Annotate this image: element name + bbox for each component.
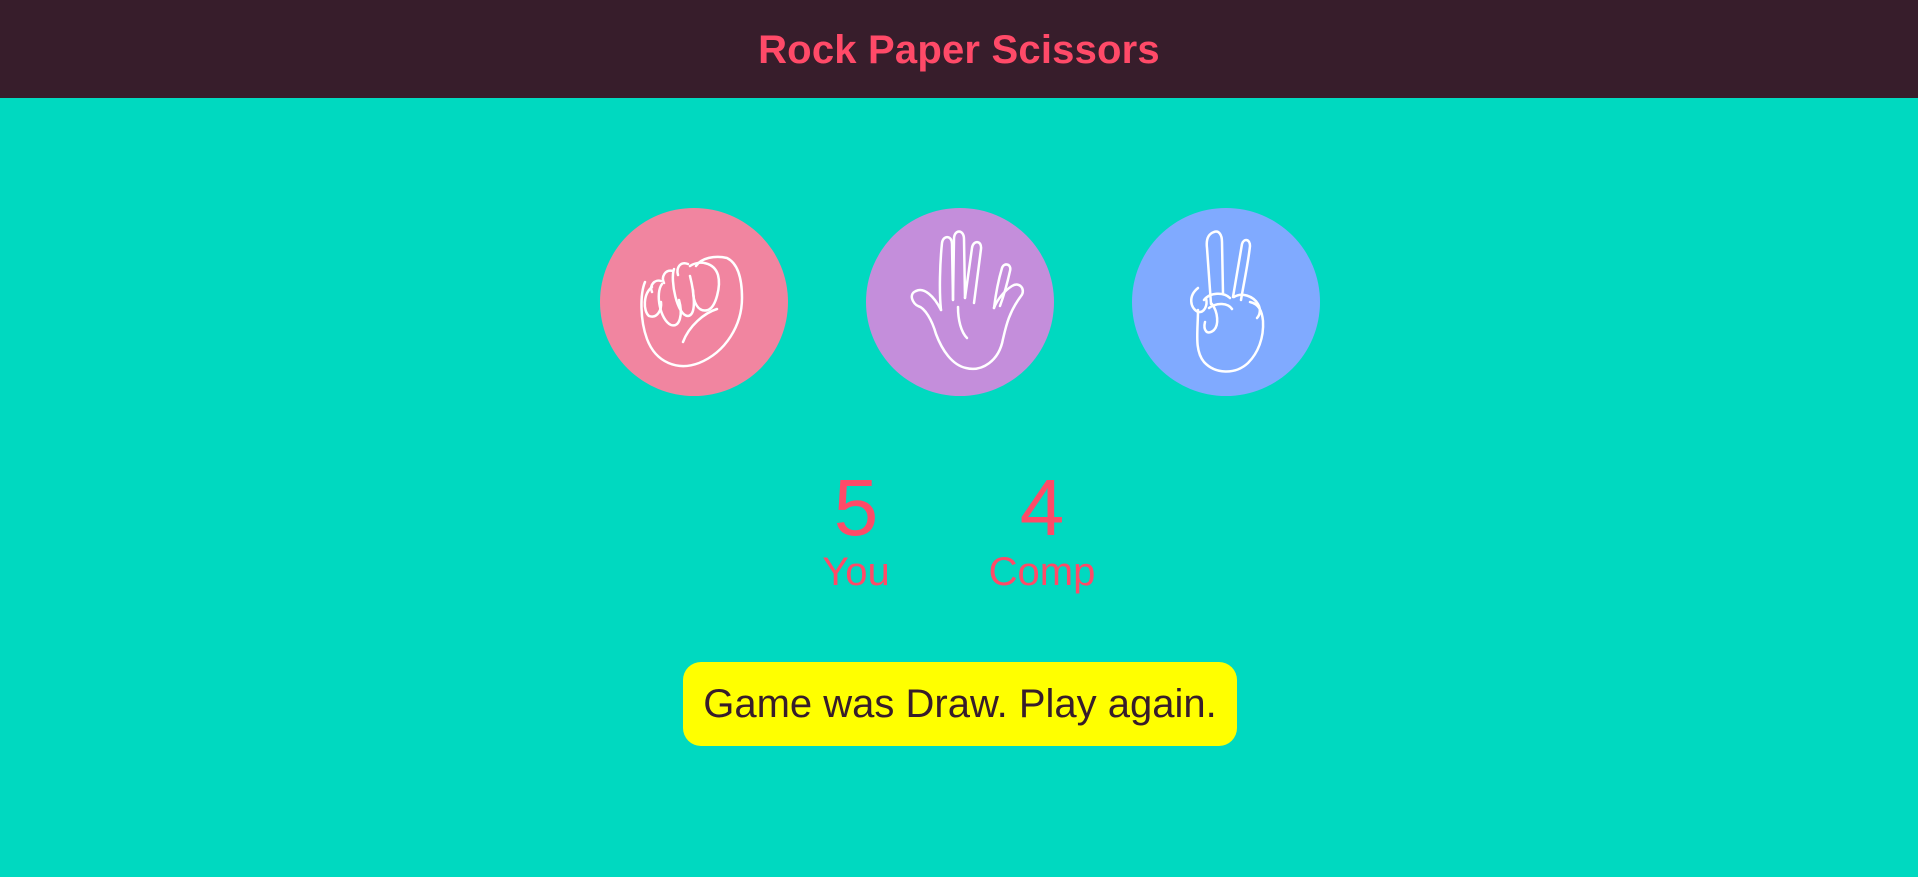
comp-score: 4 — [1019, 463, 1065, 552]
scissors-button[interactable] — [1132, 208, 1320, 396]
fist-icon — [640, 255, 744, 368]
result-message: Game was Draw. Play again. — [683, 662, 1237, 746]
user-score: 5 — [833, 463, 879, 552]
comp-score-group: 4 Comp — [982, 463, 1102, 594]
paper-button[interactable] — [866, 208, 1054, 396]
comp-score-label: Comp — [988, 550, 1096, 594]
peace-hand-icon — [1190, 230, 1265, 373]
header-bar: Rock Paper Scissors — [0, 0, 1918, 98]
user-score-group: 5 You — [796, 463, 916, 594]
open-hand-icon — [910, 230, 1025, 371]
choices-row — [0, 208, 1918, 396]
game-title: Rock Paper Scissors — [758, 27, 1160, 72]
rock-button[interactable] — [600, 208, 788, 396]
user-score-label: You — [822, 550, 890, 594]
